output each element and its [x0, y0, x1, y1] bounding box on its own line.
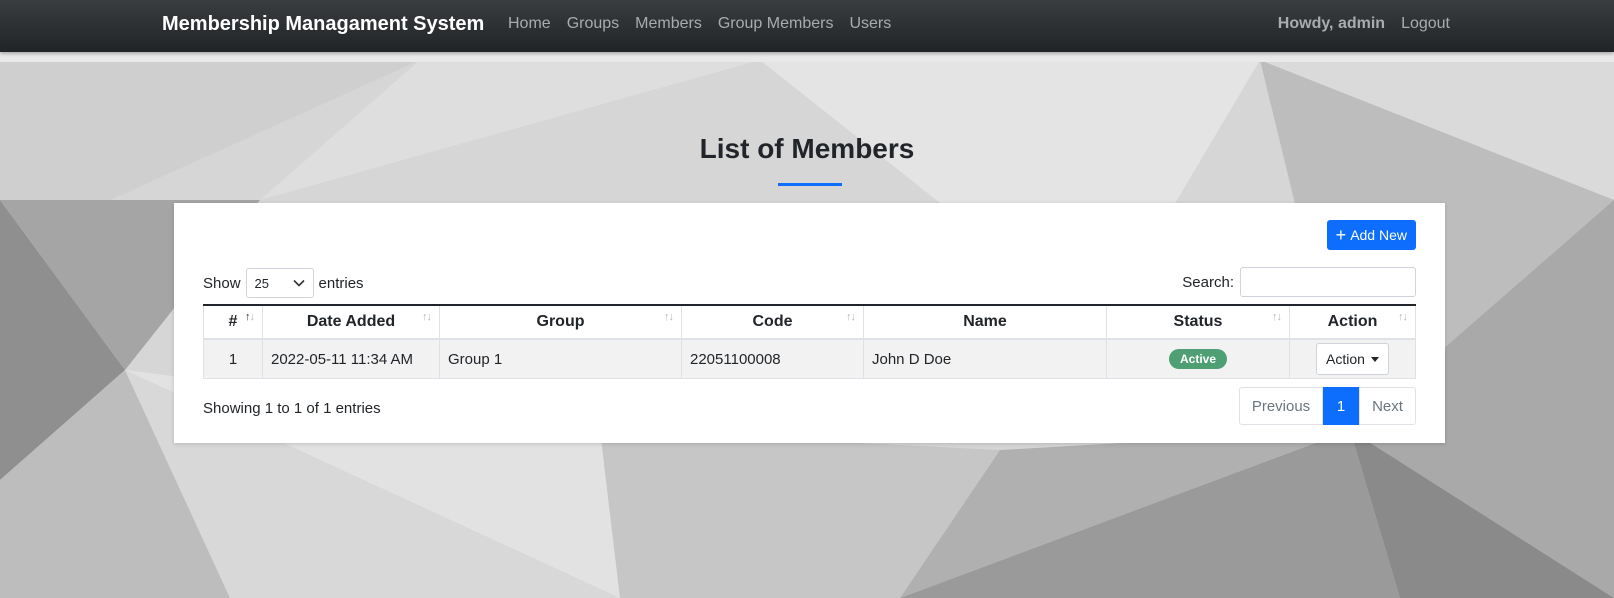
- nav-members[interactable]: Members: [635, 15, 702, 33]
- cell-name: John D Doe: [863, 338, 1107, 379]
- nav-users[interactable]: Users: [849, 15, 891, 33]
- search-label: Search:: [1182, 273, 1234, 291]
- caret-down-icon: [1370, 356, 1379, 362]
- search-control: Search:: [1182, 267, 1416, 297]
- members-card: + Add New Show 25 entries Search: # ↑↓ D…: [174, 203, 1445, 443]
- nav-groups[interactable]: Groups: [567, 15, 619, 33]
- column-header-number[interactable]: # ↑↓: [203, 304, 263, 340]
- page-length-control: Show 25 entries: [203, 268, 364, 298]
- add-new-button[interactable]: + Add New: [1326, 220, 1416, 250]
- column-header-status[interactable]: Status ↑↓: [1106, 304, 1290, 340]
- sort-icon: ↑↓: [1272, 311, 1282, 323]
- entries-label: entries: [318, 274, 364, 292]
- status-badge: Active: [1168, 349, 1228, 369]
- sort-asc-icon: ↑↓: [245, 311, 255, 323]
- pagination: Previous 1 Next: [1239, 387, 1416, 425]
- table-row: 1 2022-05-11 11:34 AM Group 1 2205110000…: [203, 338, 1416, 379]
- cell-action: Action: [1289, 338, 1416, 379]
- top-navbar: Membership Managament System Home Groups…: [0, 0, 1614, 52]
- plus-icon: +: [1335, 225, 1347, 245]
- page-1-button[interactable]: 1: [1323, 387, 1359, 425]
- column-header-group[interactable]: Group ↑↓: [439, 304, 682, 340]
- add-new-label: Add New: [1350, 227, 1407, 243]
- table-info: Showing 1 to 1 of 1 entries: [203, 400, 381, 417]
- search-input[interactable]: [1240, 267, 1416, 297]
- cell-code: 22051100008: [681, 338, 864, 379]
- user-greeting: Howdy, admin: [1277, 15, 1386, 32]
- page-length-select[interactable]: 25: [245, 268, 314, 298]
- members-table: # ↑↓ Date Added ↑↓ Group ↑↓ Code ↑↓ Name: [203, 304, 1416, 379]
- previous-page-button[interactable]: Previous: [1239, 387, 1323, 425]
- user-area: Howdy, admin Logout: [1278, 15, 1450, 33]
- sort-icon: ↑↓: [422, 311, 432, 323]
- nav-home[interactable]: Home: [508, 15, 551, 33]
- sort-icon: ↑↓: [846, 311, 856, 323]
- column-header-action[interactable]: Action ↑↓: [1289, 304, 1416, 340]
- chevron-down-icon: [292, 279, 305, 287]
- cell-status: Active: [1106, 338, 1290, 379]
- table-header-row: # ↑↓ Date Added ↑↓ Group ↑↓ Code ↑↓ Name: [203, 304, 1416, 340]
- column-header-date-added[interactable]: Date Added ↑↓: [262, 304, 440, 340]
- cell-number: 1: [203, 338, 263, 379]
- cell-date-added: 2022-05-11 11:34 AM: [262, 338, 440, 379]
- cell-group: Group 1: [439, 338, 682, 379]
- title-underline: [778, 183, 842, 186]
- brand-title[interactable]: Membership Managament System: [162, 13, 484, 36]
- action-label: Action: [1326, 351, 1365, 367]
- nav-links: Home Groups Members Group Members Users: [508, 15, 891, 33]
- nav-group-members[interactable]: Group Members: [718, 15, 834, 33]
- page-length-value: 25: [254, 275, 269, 291]
- navbar-bottom-strip: [0, 52, 1614, 62]
- column-header-name: Name: [863, 304, 1107, 340]
- column-header-code[interactable]: Code ↑↓: [681, 304, 864, 340]
- page-title: List of Members: [699, 133, 915, 164]
- action-dropdown-button[interactable]: Action: [1316, 343, 1389, 375]
- sort-icon: ↑↓: [1398, 311, 1408, 323]
- logout-link[interactable]: Logout: [1401, 15, 1450, 33]
- show-label: Show: [203, 274, 241, 292]
- next-page-button[interactable]: Next: [1359, 387, 1416, 425]
- sort-icon: ↑↓: [664, 311, 674, 323]
